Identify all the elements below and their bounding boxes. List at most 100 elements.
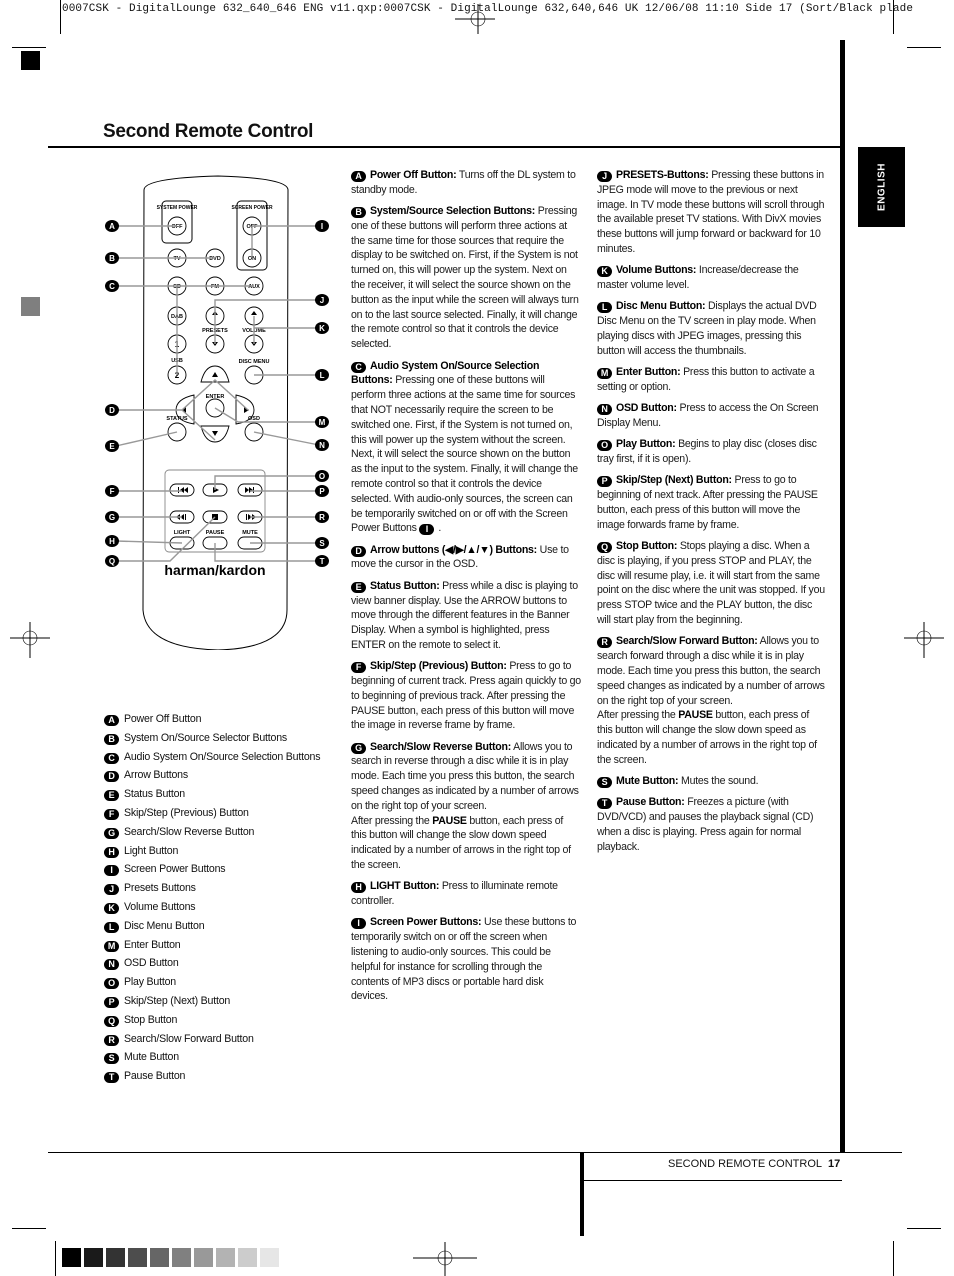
pause-label: PAUSE [206, 530, 225, 536]
callout-badge-o: O [597, 440, 612, 452]
legend-item: N OSD Button [104, 956, 320, 975]
title-rule [48, 146, 842, 148]
description-l: L Disc Menu Button: Displays the actual D… [597, 299, 827, 358]
callout-b: B [109, 254, 115, 263]
footer-bar [580, 1152, 584, 1236]
color-swatch [238, 1248, 257, 1267]
remote-illustration: SYSTEM POWER SCREEN POWER OFF OFF ON TV … [105, 175, 329, 650]
callout-d: D [109, 406, 115, 415]
callouts-left: A B C D E F G H Q [105, 220, 119, 567]
description-h: H LIGHT Button: Press to illuminate remot… [351, 879, 581, 909]
legend-item: L Disc Menu Button [104, 919, 320, 938]
description-b: B System/Source Selection Buttons: Pressi… [351, 204, 581, 352]
description-text: Pressing one of these buttons will perfo… [351, 374, 578, 535]
callout-q: Q [109, 557, 115, 566]
crop-mark [907, 1228, 941, 1229]
description-n: N OSD Button: Press to access the On Scre… [597, 401, 827, 431]
callout-badge-h: H [104, 846, 119, 858]
fm-label: FM [211, 284, 219, 290]
callout-t: T [320, 557, 325, 566]
footer-section: SECOND REMOTE CONTROL [668, 1158, 823, 1170]
description-e: E Status Button: Press while a disc is pl… [351, 579, 581, 653]
legend-label: Screen Power Buttons [124, 863, 226, 876]
crop-mark [55, 1241, 56, 1276]
description-title: Skip/Step (Next) Button: [616, 474, 732, 487]
callout-j: J [320, 296, 324, 305]
description-title: LIGHT Button: [370, 880, 440, 893]
legend-label: Skip/Step (Previous) Button [124, 806, 249, 819]
language-tab-label: ENGLISH [876, 163, 887, 211]
description-j: J PRESETS-Buttons: Pressing these buttons… [597, 168, 827, 257]
status-label: STATUS [166, 416, 188, 422]
description-o: O Play Button: Begins to play disc (close… [597, 437, 827, 467]
callout-badge-a: A [351, 171, 366, 182]
callout-badge-l: L [104, 921, 119, 933]
description-title: System/Source Selection Buttons: [370, 205, 536, 218]
legend-item: T Pause Button [104, 1069, 320, 1088]
callout-h: H [109, 537, 115, 546]
description-q: Q Stop Button: Stops playing a disc. When… [597, 539, 827, 628]
color-swatch [172, 1248, 191, 1267]
descriptions-column-2: J PRESETS-Buttons: Pressing these buttons… [597, 168, 827, 861]
callout-badge-k: K [104, 902, 119, 914]
description-title: Search/Slow Reverse Button: [370, 740, 512, 753]
legend-item: K Volume Buttons [104, 900, 320, 919]
description-text-2: After pressing the [351, 814, 433, 827]
callout-badge-i: I [419, 524, 435, 536]
callout-badge-a: A [104, 715, 119, 726]
legend-label: Presets Buttons [124, 882, 196, 895]
legend-item: C Audio System On/Source Selection Button… [104, 750, 321, 769]
callout-c: C [109, 282, 115, 291]
description-t: T Pause Button: Freezes a picture (with D… [597, 795, 827, 854]
callout-badge-d: D [351, 545, 366, 557]
legend-item: R Search/Slow Forward Button [104, 1032, 320, 1051]
description-title: Stop Button: [616, 540, 678, 553]
legend-label: Status Button [124, 788, 186, 801]
callout-e: E [109, 442, 115, 451]
callout-a: A [109, 222, 115, 231]
description-m: M Enter Button: Press this button to acti… [597, 365, 827, 395]
callout-badge-j: J [104, 884, 119, 896]
description-text: Pressing these buttons in JPEG mode will… [597, 169, 825, 255]
description-title: Volume Buttons: [616, 264, 697, 277]
light-label: LIGHT [174, 530, 191, 536]
description-title: Search/Slow Forward Button: [616, 635, 758, 648]
legend-item: J Presets Buttons [104, 881, 320, 900]
callout-badge-m: M [104, 940, 119, 952]
crop-mark [893, 1241, 894, 1276]
legend-item: M Enter Button [104, 938, 320, 957]
legend-label: Volume Buttons [124, 900, 196, 913]
description-text-2: After pressing the [597, 709, 679, 722]
footer-rule [48, 1152, 902, 1153]
callout-badge-c: C [351, 361, 366, 373]
callout-badge-j: J [597, 171, 612, 182]
descriptions-column-1: A Power Off Button: Turns off the DL syst… [351, 168, 581, 1011]
legend-label: Search/Slow Reverse Button [124, 825, 255, 838]
callout-badge-g: G [104, 827, 119, 839]
callout-l: L [320, 371, 325, 380]
legend-item: D Arrow Buttons [104, 768, 320, 787]
legend-label: Light Button [124, 844, 179, 857]
callout-badge-i: I [104, 865, 119, 877]
callout-badge-n: N [104, 959, 119, 971]
color-swatch [150, 1248, 169, 1267]
legend-label: Mute Button [124, 1051, 179, 1064]
callout-badge-o: O [104, 978, 119, 990]
callout-badge-e: E [351, 581, 366, 593]
callout-badge-p: P [597, 476, 612, 488]
callout-r: R [319, 513, 325, 522]
callout-g: G [109, 513, 115, 522]
legend-item: G Search/Slow Reverse Button [104, 825, 320, 844]
callout-s: S [319, 539, 325, 548]
legend-label: Arrow Buttons [124, 769, 188, 782]
callout-f: F [110, 487, 115, 496]
description-title: Screen Power Buttons: [370, 916, 482, 929]
color-swatch [106, 1248, 125, 1267]
callout-badge-f: F [104, 808, 119, 820]
footer: SECOND REMOTE CONTROL 17 [668, 1158, 840, 1170]
registration-mark-bottom [413, 1242, 477, 1276]
description-text: Mutes the sound. [678, 774, 759, 787]
registration-mark-left [10, 622, 50, 658]
callout-k: K [319, 324, 325, 333]
legend-label: Enter Button [124, 938, 181, 951]
